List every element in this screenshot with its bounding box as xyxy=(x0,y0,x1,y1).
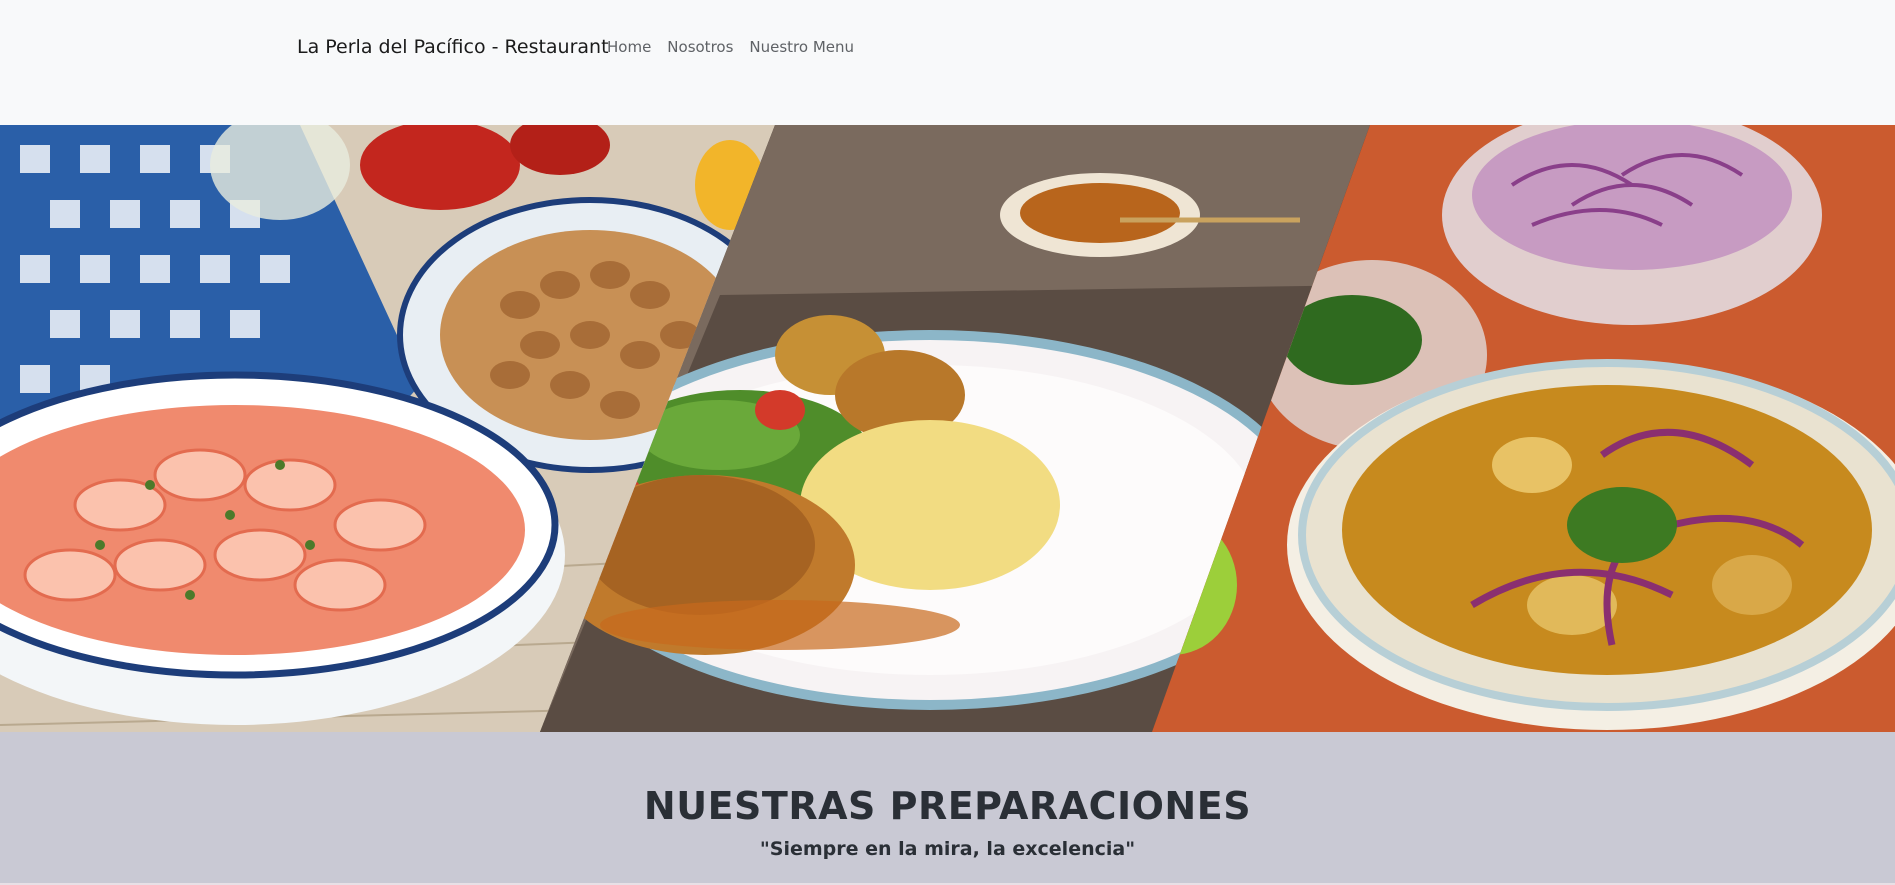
hero-banner xyxy=(0,125,1895,732)
section-subtitle: "Siempre en la mira, la excelencia" xyxy=(759,838,1136,860)
nav-link-home[interactable]: Home xyxy=(607,38,651,56)
preparaciones-section: NUESTRAS PREPARACIONES "Siempre en la mi… xyxy=(0,732,1895,885)
section-title: NUESTRAS PREPARACIONES xyxy=(643,784,1252,828)
navbar: La Perla del Pacífico - Restaurant Home … xyxy=(0,0,1895,125)
nav-link-nuestro-menu[interactable]: Nuestro Menu xyxy=(749,38,854,56)
brand-link[interactable]: La Perla del Pacífico - Restaurant xyxy=(297,36,609,58)
nav-link-nosotros[interactable]: Nosotros xyxy=(667,38,733,56)
nav-links: Home Nosotros Nuestro Menu xyxy=(607,38,854,56)
